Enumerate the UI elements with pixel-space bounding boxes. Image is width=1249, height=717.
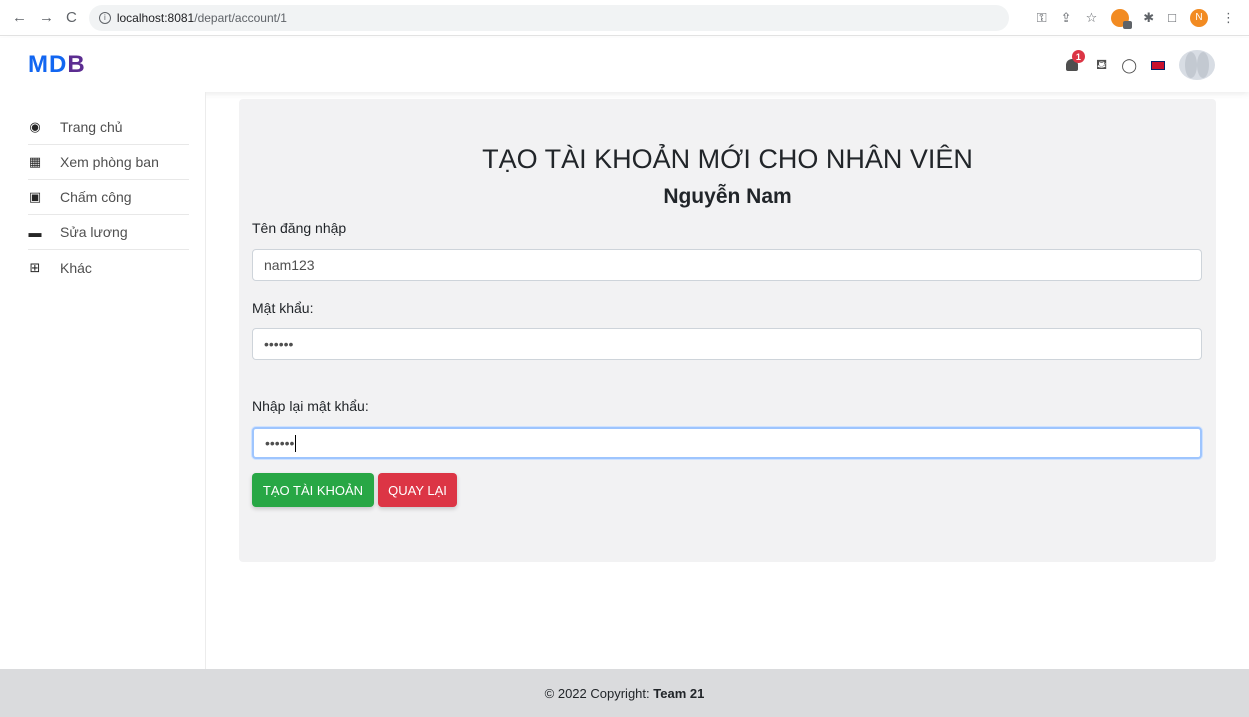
password-label: Mật khẩu: [252,300,314,316]
password-value: •••••• [264,336,294,352]
username-input[interactable]: nam123 [252,249,1202,281]
confirm-password-label: Nhập lại mật khẩu: [252,398,369,414]
site-info-icon[interactable]: i [98,11,111,24]
confirm-password-value: •••••• [265,435,295,451]
sidebar-item-label: Trang chủ [60,119,123,135]
address-bar[interactable]: i localhost:8081 /depart/account/1 [88,4,1009,31]
url-path: /depart/account/1 [194,10,287,25]
paint-bucket-icon[interactable]: ⛾ [1096,56,1107,75]
sidebar-item-label: Khác [60,259,92,276]
key-icon[interactable]: ⚿ [1037,10,1047,26]
sidebar-item-other[interactable]: ⊞ Khác [28,250,189,285]
sidebar-item-label: Chấm công [60,189,132,205]
mdb-logo[interactable]: MDB [28,51,86,79]
app-header: MDB 1 ⛾ ◯ [0,38,1249,92]
create-account-card: TẠO TÀI KHOẢN MỚI CHO NHÂN VIÊN Nguyễn N… [239,99,1216,562]
sidebar-item-home[interactable]: ◉ Trang chủ [28,110,189,145]
reload-icon[interactable]: C [66,9,77,26]
profile-avatar[interactable]: N [1190,8,1208,27]
user-avatar[interactable] [1179,50,1215,80]
calendar-icon: ▣ [28,189,42,204]
share-icon[interactable]: ⇪ [1061,10,1072,26]
star-icon[interactable]: ☆ [1086,10,1098,26]
menu-icon[interactable]: ⋮ [1222,10,1235,26]
back-arrow-icon[interactable]: ← [12,9,27,26]
back-button[interactable]: QUAY LẠI [378,473,457,507]
money-bill-icon: ▬ [28,224,42,240]
copyright-text: © 2022 Copyright: [544,685,650,701]
browser-actions: ⚿ ⇪ ☆ ✱ □ N ⋮ [1037,8,1249,29]
page-title: TẠO TÀI KHOẢN MỚI CHO NHÂN VIÊN [482,144,973,174]
browser-nav: ← → C [0,9,77,26]
header-icons: 1 ⛾ ◯ [1065,50,1249,80]
password-input[interactable]: •••••• [252,328,1202,360]
url-host: localhost:8081 [116,10,195,25]
username-value: nam123 [264,257,315,273]
sidebar-item-departments[interactable]: ▦ Xem phòng ban [28,145,189,180]
team-name: Team 21 [653,685,705,701]
uk-flag-icon[interactable] [1151,60,1165,70]
footer: © 2022 Copyright: Team 21 [0,669,1249,717]
puzzle-icon[interactable]: ✱ [1143,10,1154,26]
sidepanel-icon[interactable]: □ [1168,10,1176,25]
sidebar-item-label: Xem phòng ban [60,154,159,170]
tachometer-icon: ◉ [29,119,41,134]
text-caret [295,434,297,452]
employee-name: Nguyễn Nam [663,185,792,208]
create-account-button[interactable]: TẠO TÀI KHOẢN [252,473,374,507]
sidebar-item-salary[interactable]: ▬ Sửa lương [28,215,189,250]
browser-toolbar: ← → C i localhost:8081 /depart/account/1… [0,0,1249,36]
notification-badge: 1 [1071,50,1085,63]
forward-arrow-icon[interactable]: → [39,9,54,26]
sidebar-item-attendance[interactable]: ▣ Chấm công [28,180,189,215]
bell-icon[interactable]: 1 [1065,50,1085,73]
sidebar-item-label: Sửa lương [60,224,128,240]
sidebar: ◉ Trang chủ ▦ Xem phòng ban ▣ Chấm công … [0,92,206,669]
username-label: Tên đăng nhập [252,220,347,236]
building-icon: ▦ [28,154,42,169]
extension-icon[interactable] [1111,8,1133,29]
github-icon[interactable]: ◯ [1121,57,1137,74]
table-icon: ⊞ [29,259,41,275]
confirm-password-input[interactable]: •••••• [252,427,1202,459]
